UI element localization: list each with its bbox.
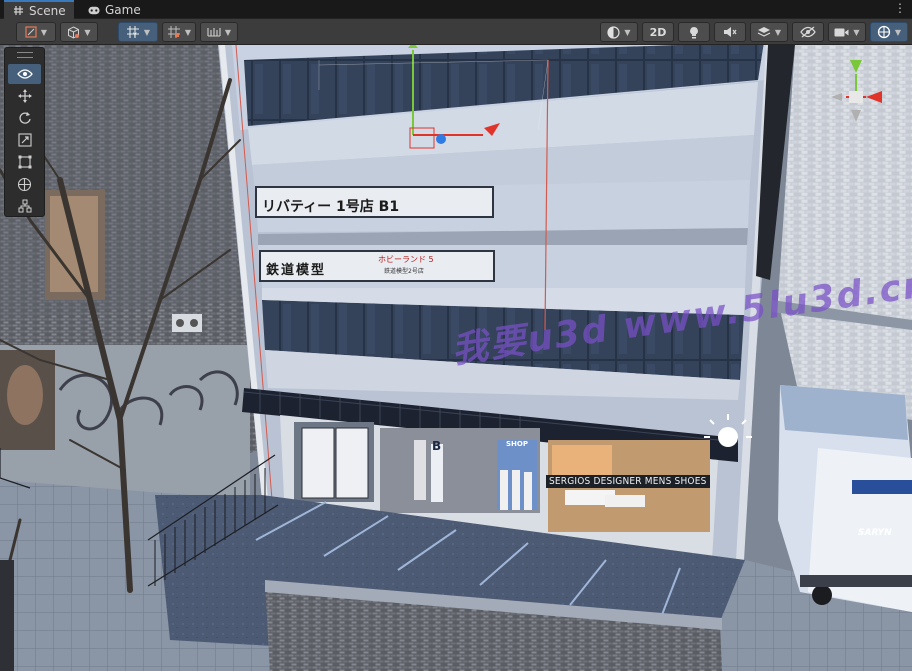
rotate-icon bbox=[18, 112, 31, 124]
chevron-down-icon: ▼ bbox=[40, 27, 48, 37]
chevron-down-icon: ▼ bbox=[853, 27, 860, 37]
ruler-icon bbox=[207, 28, 221, 37]
draw-mode-icon bbox=[25, 26, 37, 38]
layers-icon bbox=[757, 27, 771, 37]
shading-dropdown[interactable]: ▼ bbox=[600, 22, 638, 42]
tab-menu-icon[interactable]: ⋮ bbox=[894, 1, 906, 15]
svg-text:Y: Y bbox=[132, 32, 137, 39]
scale-icon bbox=[17, 133, 32, 147]
custom-tool-button[interactable] bbox=[8, 196, 41, 216]
move-arrows-icon bbox=[17, 89, 32, 103]
custom-tool-icon bbox=[18, 199, 31, 213]
rotate-tool-button[interactable] bbox=[8, 108, 41, 128]
tool-palette bbox=[4, 47, 45, 217]
chevron-down-icon: ▼ bbox=[624, 27, 631, 37]
palette-grip-icon[interactable] bbox=[17, 52, 33, 58]
rect-transform-icon bbox=[18, 155, 31, 169]
speaker-muted-icon bbox=[724, 27, 737, 37]
eye-slash-icon bbox=[800, 26, 816, 38]
cube-icon bbox=[68, 25, 80, 39]
grid-snap-icon: Y bbox=[126, 26, 139, 39]
render-mode-dropdown[interactable]: ▼ bbox=[60, 22, 98, 42]
tab-scene[interactable]: Scene bbox=[4, 0, 74, 19]
awning-sign: SERGIOS DESIGNER MENS SHOES bbox=[546, 475, 710, 488]
sign-mid-left: 鉄道模型 bbox=[266, 263, 327, 278]
transform-icon bbox=[17, 177, 32, 191]
draw-mode-dropdown[interactable]: ▼ bbox=[16, 22, 56, 42]
view-tool-button[interactable] bbox=[8, 64, 41, 84]
tab-game-label: Game bbox=[105, 3, 141, 17]
toggle-2d-label: 2D bbox=[649, 25, 667, 39]
increment-snap-icon bbox=[167, 26, 180, 38]
transform-tool-button[interactable] bbox=[8, 174, 41, 194]
shop-sign-right: SHOP bbox=[506, 440, 528, 448]
grid-snapping-dropdown[interactable]: Y ▼ bbox=[118, 22, 158, 42]
rect-tool-button[interactable] bbox=[8, 152, 41, 172]
scene-toolbar: ▼ ▼ Y ▼ ▼ ▼ ▼ 2D ▼ ▼ ▼ bbox=[0, 19, 912, 45]
shop-sign-left: B bbox=[432, 439, 442, 453]
chevron-down-icon: ▼ bbox=[224, 27, 232, 37]
effects-dropdown[interactable]: ▼ bbox=[750, 22, 788, 42]
chevron-down-icon: ▼ bbox=[84, 27, 91, 37]
eye-icon bbox=[16, 69, 33, 79]
gizmo-sphere-icon bbox=[877, 25, 891, 39]
chevron-down-icon: ▼ bbox=[774, 27, 782, 37]
scene-viewport[interactable]: リバティー 1号店 B1 鉄道模型 ホビーランド 5 鉄道模型2号店 SERGI… bbox=[0, 45, 912, 671]
shading-sphere-icon bbox=[607, 25, 621, 39]
scene-visibility-toggle[interactable] bbox=[792, 22, 824, 42]
sign-mid-right-top: ホビーランド 5 bbox=[378, 255, 434, 264]
gizmos-dropdown[interactable]: ▼ bbox=[870, 22, 908, 42]
tab-bar: Scene Game ⋮ bbox=[0, 0, 912, 19]
camera-icon bbox=[834, 28, 849, 36]
ruler-dropdown[interactable]: ▼ bbox=[200, 22, 238, 42]
camera-dropdown[interactable]: ▼ bbox=[828, 22, 866, 42]
toggle-2d-button[interactable]: 2D bbox=[642, 22, 674, 42]
lightbulb-icon bbox=[690, 26, 698, 38]
chevron-down-icon: ▼ bbox=[184, 27, 192, 37]
audio-toggle[interactable] bbox=[714, 22, 746, 42]
hash-icon bbox=[12, 5, 24, 17]
sign-mid-right-bottom: 鉄道模型2号店 bbox=[384, 268, 424, 275]
increment-snap-dropdown[interactable]: ▼ bbox=[162, 22, 196, 42]
gamepad-icon bbox=[88, 4, 100, 16]
tab-game[interactable]: Game bbox=[80, 1, 149, 19]
chevron-down-icon: ▼ bbox=[143, 27, 151, 37]
scale-tool-button[interactable] bbox=[8, 130, 41, 150]
sign-top: リバティー 1号店 B1 bbox=[262, 199, 400, 215]
chevron-down-icon: ▼ bbox=[894, 27, 902, 37]
truck-logo-text: SARYN bbox=[858, 528, 892, 538]
lighting-toggle[interactable] bbox=[678, 22, 710, 42]
move-tool-button[interactable] bbox=[8, 86, 41, 106]
tab-scene-label: Scene bbox=[29, 3, 66, 18]
